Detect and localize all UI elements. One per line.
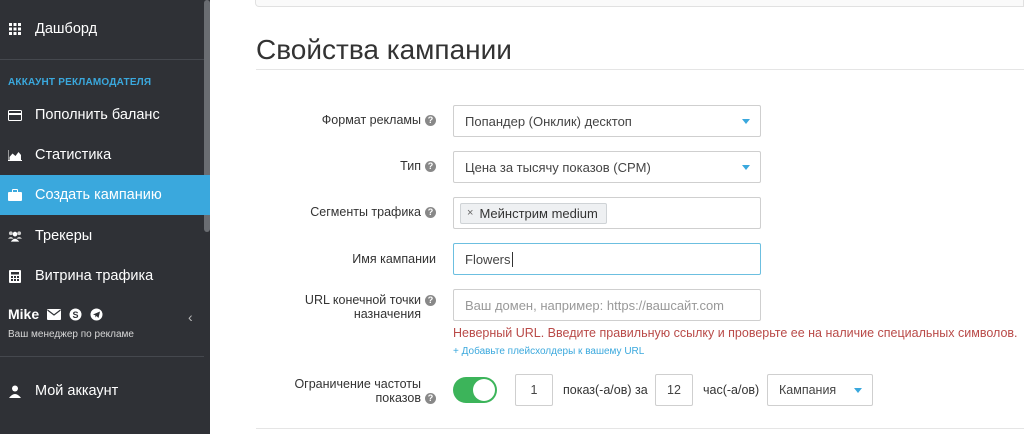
ad-format-label: Формат рекламы? — [256, 113, 436, 127]
help-icon[interactable]: ? — [425, 392, 436, 404]
close-icon[interactable]: × — [467, 207, 473, 219]
sidebar-item-my-account[interactable]: Мой аккаунт — [0, 371, 204, 411]
sidebar-section-title: АККАУНТ РЕКЛАМОДАТЕЛЯ — [8, 77, 152, 88]
sidebar: Дашборд АККАУНТ РЕКЛАМОДАТЕЛЯ Пополнить … — [0, 0, 210, 434]
help-icon[interactable]: ? — [425, 294, 436, 306]
help-icon[interactable]: ? — [425, 114, 436, 126]
impressions-unit-label: показ(-а/ов) за — [563, 383, 648, 397]
hours-unit-label: час(-а/ов) — [703, 383, 760, 397]
briefcase-icon — [8, 188, 22, 202]
segment-tag: × Мейнстрим medium — [460, 202, 607, 224]
calculator-icon — [8, 269, 22, 283]
skype-icon[interactable]: S — [69, 308, 82, 321]
grid-icon — [8, 22, 22, 36]
sidebar-divider — [0, 59, 204, 60]
page-title: Свойства кампании — [256, 34, 512, 65]
campaign-name-input[interactable]: Flowers — [453, 243, 761, 275]
sidebar-item-dashboard[interactable]: Дашборд — [0, 9, 204, 49]
add-placeholders-link[interactable]: + Добавьте плейсхолдеры к вашему URL — [453, 346, 644, 357]
caret-down-icon — [854, 388, 862, 393]
manager-block: Mike S — [8, 306, 103, 322]
url-label: URL конечной точки? назначения — [256, 293, 436, 321]
frequency-toggle[interactable] — [453, 377, 497, 403]
help-icon[interactable]: ? — [425, 160, 436, 172]
sidebar-item-trackers[interactable]: Трекеры — [0, 216, 204, 256]
sidebar-item-label: Витрина трафика — [35, 268, 154, 284]
text-cursor — [511, 251, 513, 267]
frequency-label: Ограничение частоты показов? — [256, 377, 436, 405]
sidebar-item-label: Пополнить баланс — [35, 107, 160, 123]
users-icon — [8, 229, 22, 243]
campaign-name-label: Имя кампании — [352, 252, 436, 266]
sidebar-divider — [0, 356, 204, 357]
caret-down-icon — [742, 165, 750, 170]
sidebar-item-statistics[interactable]: Статистика — [0, 135, 204, 175]
sidebar-item-label: Трекеры — [35, 228, 93, 244]
url-error-message: Неверный URL. Введите правильную ссылку … — [453, 326, 1018, 340]
sidebar-item-label: Дашборд — [35, 21, 98, 37]
toggle-knob — [473, 379, 495, 401]
frequency-scope-select[interactable]: Кампания — [767, 374, 873, 406]
sidebar-item-create-campaign[interactable]: Создать кампанию — [0, 175, 210, 215]
credit-card-icon — [8, 108, 22, 122]
mail-icon[interactable] — [47, 308, 62, 320]
type-label: Тип? — [256, 159, 436, 173]
svg-text:S: S — [73, 309, 79, 319]
ad-format-select[interactable]: Попандер (Онклик) десктоп — [453, 105, 761, 137]
url-input[interactable]: Ваш домен, например: https://вашсайт.com — [453, 289, 761, 321]
caret-down-icon — [742, 119, 750, 124]
chevron-left-icon[interactable]: ‹ — [188, 309, 193, 325]
help-icon[interactable]: ? — [425, 206, 436, 218]
user-icon — [8, 384, 22, 398]
segments-multiselect[interactable]: × Мейнстрим medium — [453, 197, 761, 229]
hours-count-input[interactable]: 12 — [655, 374, 693, 406]
type-select[interactable]: Цена за тысячу показов (CPM) — [453, 151, 761, 183]
bottom-divider — [256, 428, 1024, 429]
sidebar-item-traffic-showcase[interactable]: Витрина трафика — [0, 256, 204, 296]
top-panel — [255, 0, 1024, 7]
sidebar-item-label: Мой аккаунт — [35, 383, 119, 399]
manager-subtitle: Ваш менеджер по рекламе — [8, 329, 134, 340]
title-divider — [256, 69, 1024, 70]
manager-name: Mike — [8, 306, 40, 322]
chart-icon — [8, 148, 22, 162]
sidebar-item-top-up[interactable]: Пополнить баланс — [0, 95, 204, 135]
telegram-icon[interactable] — [90, 308, 103, 321]
impressions-count-input[interactable]: 1 — [515, 374, 553, 406]
sidebar-item-label: Создать кампанию — [35, 187, 162, 203]
sidebar-item-label: Статистика — [35, 147, 112, 163]
segments-label: Сегменты трафика? — [256, 205, 436, 219]
